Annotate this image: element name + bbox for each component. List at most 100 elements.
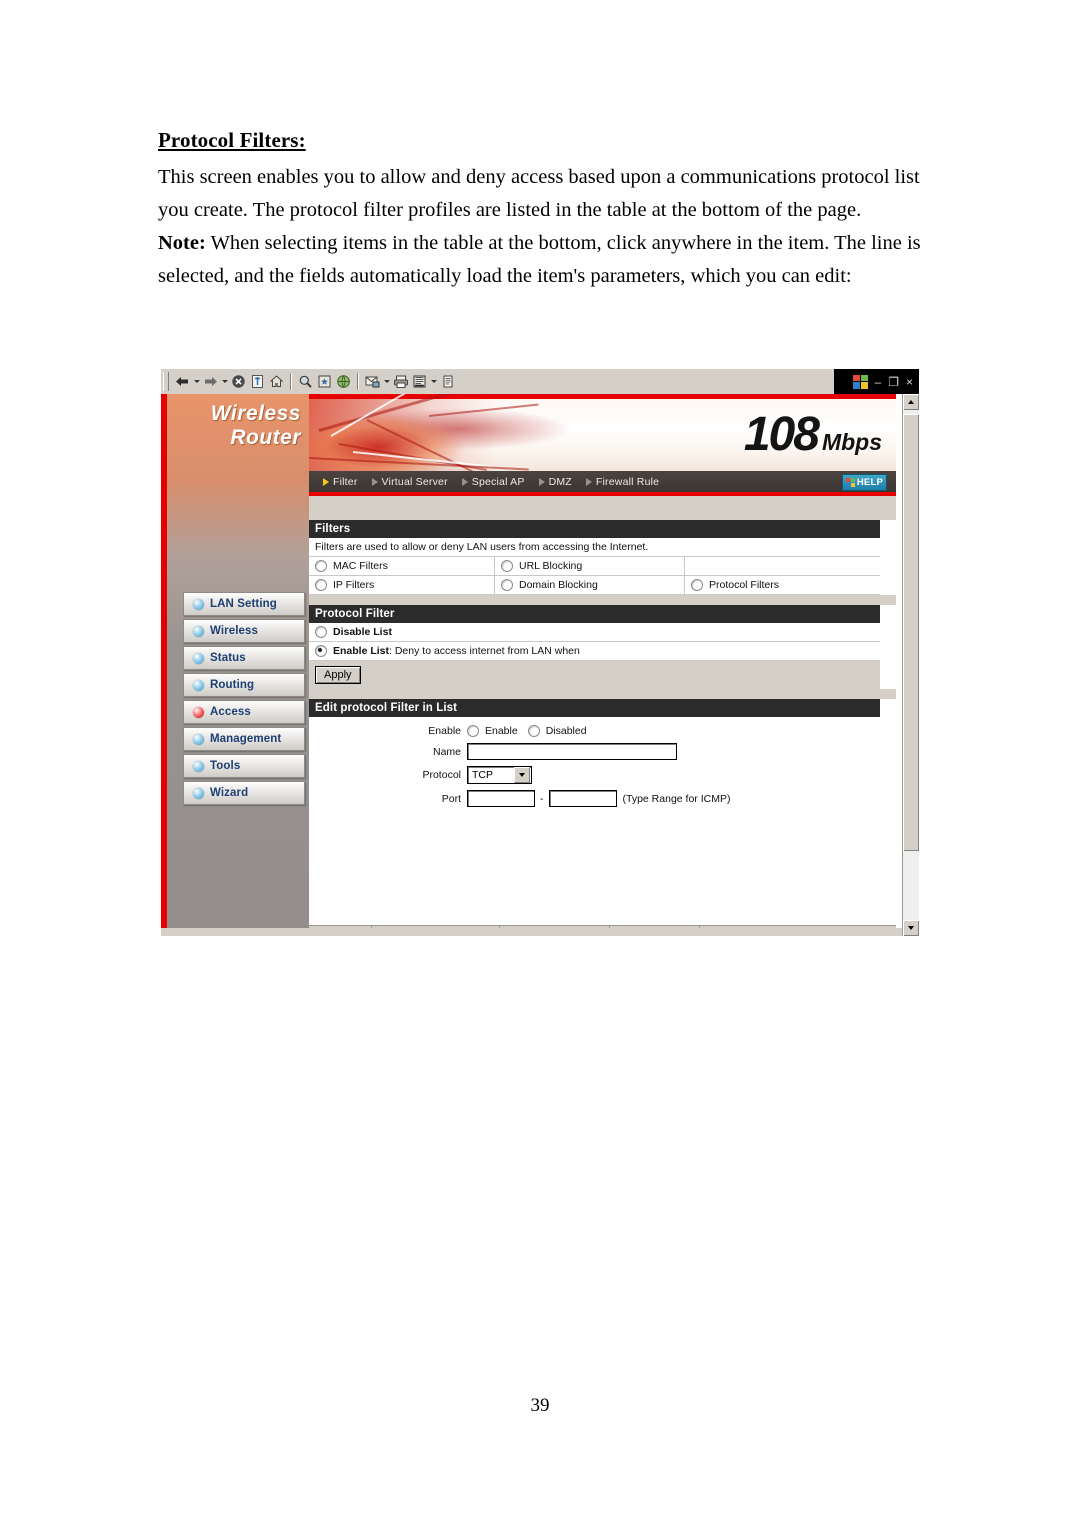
sidebar-item-lan-setting[interactable]: LAN Setting [183, 592, 305, 616]
search-icon[interactable] [296, 372, 315, 391]
sidebar-item-wireless[interactable]: Wireless [183, 619, 305, 643]
note-label: Note: [158, 232, 206, 254]
nav-item-firewall-rule[interactable]: Firewall Rule [585, 475, 660, 488]
sidebar-item-tools[interactable]: Tools [183, 754, 305, 778]
bullet-icon [193, 598, 204, 610]
forward-icon[interactable] [201, 372, 220, 391]
mail-dropdown-icon[interactable] [382, 372, 391, 391]
nav-item-virtual-server[interactable]: Virtual Server [371, 476, 448, 488]
scroll-up-button[interactable] [903, 394, 919, 410]
option-label: Domain Blocking [519, 579, 598, 591]
option-label: Protocol Filters [709, 579, 780, 591]
option-mac-filters[interactable]: MAC Filters [309, 557, 495, 575]
vertical-scrollbar[interactable] [902, 394, 919, 936]
apply-button[interactable]: Apply [315, 666, 361, 684]
filters-section: Filters Filters are used to allow or den… [309, 520, 880, 595]
browser-toolbar: – ❐ × [161, 369, 919, 395]
back-icon[interactable] [173, 372, 192, 391]
toolbar-grip[interactable] [163, 372, 169, 391]
router-admin-page: Wireless Router LAN Setting Wireless Sta… [161, 394, 902, 936]
chevron-down-icon[interactable] [514, 767, 530, 783]
apply-row: Apply [309, 661, 880, 689]
nav-item-label: Firewall Rule [595, 475, 660, 488]
discuss-icon[interactable] [438, 372, 457, 391]
forward-dropdown-icon[interactable] [220, 372, 229, 391]
page-bottom-edge [161, 928, 902, 936]
nav-arrow-icon [538, 477, 545, 486]
option-domain-blocking[interactable]: Domain Blocking [495, 576, 685, 594]
history-icon[interactable] [334, 372, 353, 391]
sidebar-item-management[interactable]: Management [183, 727, 305, 751]
enable-field-row: Enable Enable Disabled [309, 725, 880, 737]
browser-window-screenshot: – ❐ × Wireless Router LAN Setting Wirele… [161, 369, 919, 936]
edit-icon[interactable] [410, 372, 429, 391]
scrollbar-track[interactable] [903, 410, 919, 920]
refresh-icon[interactable] [248, 372, 267, 391]
document-body: Protocol Filters: This screen enables yo… [158, 128, 926, 293]
sidebar-item-wizard[interactable]: Wizard [183, 781, 305, 805]
radio-enable-list[interactable] [315, 645, 327, 657]
port-field-row: Port - (Type Range for ICMP) [309, 790, 880, 807]
router-logo: Wireless Router [167, 402, 309, 454]
edit-dropdown-icon[interactable] [429, 372, 438, 391]
radio-domain-blocking[interactable] [501, 579, 513, 591]
port-from-input[interactable] [467, 790, 535, 807]
note-text: When selecting items in the table at the… [158, 232, 921, 287]
protocol-select[interactable]: TCP [467, 766, 532, 784]
sidebar-item-label: Management [210, 733, 282, 745]
option-ip-filters[interactable]: IP Filters [309, 576, 495, 594]
radio-ip-filters[interactable] [315, 579, 327, 591]
scroll-down-button[interactable] [903, 920, 919, 936]
sidebar-item-access[interactable]: Access [183, 700, 305, 724]
minimize-button[interactable]: – [875, 376, 882, 388]
close-button[interactable]: × [906, 376, 913, 388]
enable-list-row[interactable]: Enable List : Deny to access internet fr… [309, 642, 880, 661]
protocol-filter-header: Protocol Filter [309, 605, 880, 623]
disable-list-row[interactable]: Disable List [309, 623, 880, 642]
radio-url-blocking[interactable] [501, 560, 513, 572]
router-banner: 108 Mbps Filter Virtual Server Special AP [309, 394, 896, 492]
sidebar-item-label: Tools [210, 760, 241, 772]
note-paragraph: Note: When selecting items in the table … [158, 227, 926, 293]
radio-mac-filters[interactable] [315, 560, 327, 572]
sidebar-item-routing[interactable]: Routing [183, 673, 305, 697]
radio-disabled[interactable] [527, 725, 540, 737]
top-nav: Filter Virtual Server Special AP DMZ Fir… [309, 471, 896, 492]
banner-speed-number: 108 [743, 408, 820, 461]
nav-item-filter[interactable]: Filter [323, 476, 358, 488]
enable-list-suffix: : Deny to access internet from LAN when [389, 645, 580, 657]
toolbar-separator-2 [357, 373, 359, 390]
sidebar-item-status[interactable]: Status [183, 646, 305, 670]
help-button[interactable]: HELP [841, 474, 887, 491]
protocol-field-row: Protocol TCP [309, 766, 880, 784]
option-url-blocking[interactable]: URL Blocking [495, 557, 685, 575]
favorites-icon[interactable] [315, 372, 334, 391]
scrollbar-thumb[interactable] [903, 414, 919, 851]
mail-icon[interactable] [363, 372, 382, 391]
radio-enable[interactable] [467, 725, 479, 737]
radio-disable-list[interactable] [315, 626, 327, 638]
nav-arrow-icon [323, 477, 329, 486]
nav-item-label: Filter [333, 475, 358, 488]
bullet-icon [193, 787, 204, 799]
page-number: 39 [530, 1395, 550, 1416]
disabled-option-label: Disabled [545, 725, 587, 737]
enable-option-label: Enable [485, 725, 518, 737]
intro-paragraph: This screen enables you to allow and den… [158, 166, 920, 221]
option-protocol-filters[interactable]: Protocol Filters [685, 576, 880, 594]
bullet-icon [193, 652, 204, 664]
option-label: IP Filters [333, 579, 375, 591]
nav-item-special-ap[interactable]: Special AP [461, 476, 525, 488]
bullet-icon [193, 625, 204, 637]
filters-section-header: Filters [309, 520, 880, 538]
nav-item-dmz[interactable]: DMZ [538, 476, 572, 488]
print-icon[interactable] [391, 372, 410, 391]
radio-protocol-filters[interactable] [691, 579, 703, 591]
help-icon [845, 478, 855, 487]
stop-icon[interactable] [229, 372, 248, 391]
name-input[interactable] [467, 743, 677, 760]
restore-button[interactable]: ❐ [888, 376, 899, 388]
home-icon[interactable] [267, 372, 286, 391]
port-to-input[interactable] [548, 790, 617, 807]
back-dropdown-icon[interactable] [192, 372, 201, 391]
